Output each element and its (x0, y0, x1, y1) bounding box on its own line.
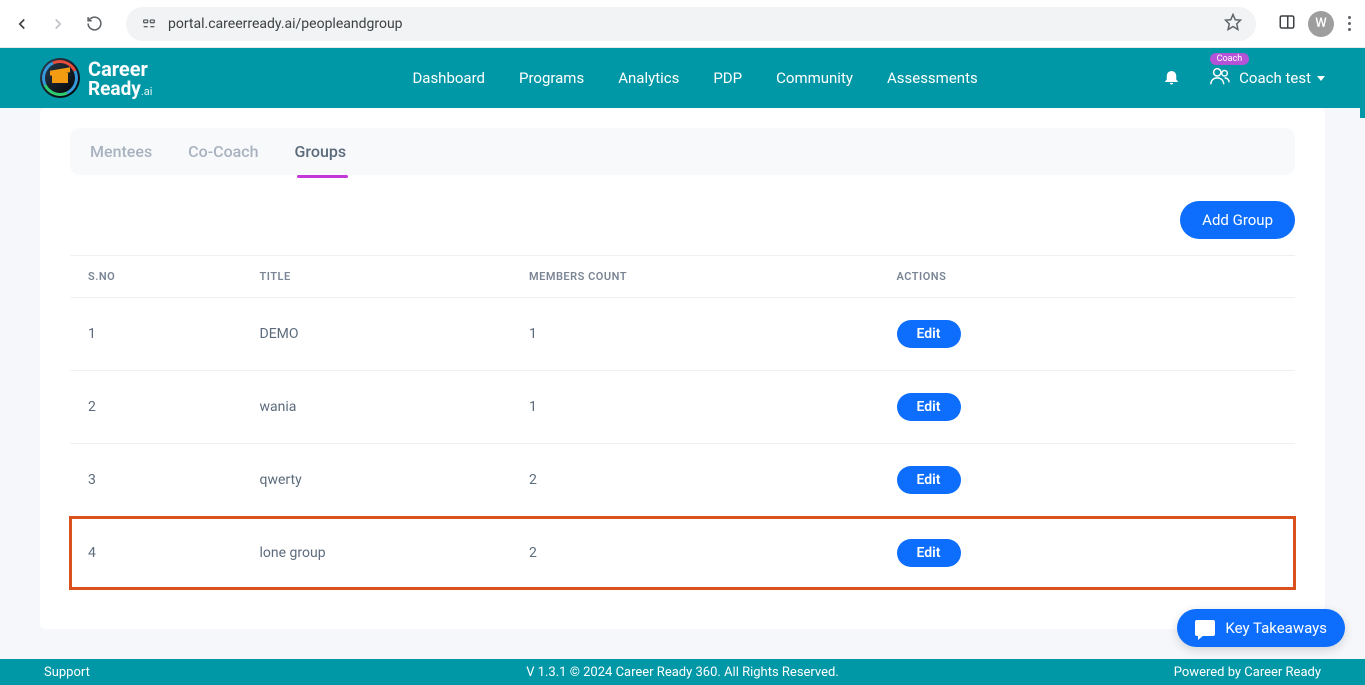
reload-button[interactable] (80, 10, 108, 38)
cell-title: wania (242, 371, 512, 444)
browser-toolbar: portal.careerready.ai/peopleandgroup W (0, 0, 1365, 48)
header-sno: S.NO (70, 256, 242, 298)
footer-powered: Powered by Career Ready (1174, 665, 1321, 680)
profile-avatar[interactable]: W (1308, 11, 1334, 37)
tab-cocoach[interactable]: Co-Coach (188, 142, 258, 163)
chat-icon (1195, 620, 1215, 636)
cell-sno: 2 (70, 371, 242, 444)
nav-community[interactable]: Community (776, 69, 853, 87)
chevron-down-icon (1317, 76, 1325, 81)
cell-actions: Edit (879, 371, 1296, 444)
add-group-button[interactable]: Add Group (1180, 201, 1295, 239)
table-row: 4 lone group 2 Edit (70, 517, 1295, 590)
footer-copyright: V 1.3.1 © 2024 Career Ready 360. All Rig… (526, 665, 839, 680)
nav-dashboard[interactable]: Dashboard (412, 69, 485, 87)
table-header-row: S.NO TITLE MEMBERS COUNT ACTIONS (70, 256, 1295, 298)
content-card: Mentees Co-Coach Groups Add Group S.NO T… (40, 108, 1325, 629)
cell-sno: 1 (70, 298, 242, 371)
user-menu[interactable]: Coach Coach test (1209, 65, 1325, 91)
table-row: 3 qwerty 2 Edit (70, 444, 1295, 517)
cell-actions: Edit (879, 298, 1296, 371)
main-navigation: Career Ready.ai Dashboard Programs Analy… (0, 48, 1365, 108)
nav-pdp[interactable]: PDP (713, 69, 742, 87)
nav-assessments[interactable]: Assessments (887, 69, 978, 87)
key-takeaways-label: Key Takeaways (1225, 619, 1327, 637)
footer: Support V 1.3.1 © 2024 Career Ready 360.… (0, 659, 1365, 685)
logo-icon (40, 58, 80, 98)
cell-actions: Edit (879, 444, 1296, 517)
tab-groups[interactable]: Groups (295, 142, 347, 163)
table-row: 2 wania 1 Edit (70, 371, 1295, 444)
panel-icon[interactable] (1274, 13, 1300, 35)
url-text: portal.careerready.ai/peopleandgroup (168, 16, 403, 32)
cell-title: DEMO (242, 298, 512, 371)
tabs: Mentees Co-Coach Groups (70, 128, 1295, 175)
edit-button[interactable]: Edit (897, 393, 961, 421)
forward-button[interactable] (44, 10, 72, 38)
header-actions: ACTIONS (879, 256, 1296, 298)
header-title: TITLE (242, 256, 512, 298)
address-bar[interactable]: portal.careerready.ai/peopleandgroup (126, 7, 1256, 41)
cell-actions: Edit (879, 517, 1296, 590)
edit-button[interactable]: Edit (897, 466, 961, 494)
table-row: 1 DEMO 1 Edit (70, 298, 1295, 371)
user-name-label: Coach test (1239, 69, 1325, 87)
footer-support[interactable]: Support (44, 665, 90, 680)
header-members: MEMBERS COUNT (511, 256, 879, 298)
nav-links: Dashboard Programs Analytics PDP Communi… (412, 69, 977, 87)
site-settings-icon[interactable] (140, 15, 158, 33)
cell-title: lone group (242, 517, 512, 590)
key-takeaways-button[interactable]: Key Takeaways (1177, 609, 1345, 647)
edit-button[interactable]: Edit (897, 320, 961, 348)
star-icon[interactable] (1224, 13, 1242, 35)
cell-sno: 4 (70, 517, 242, 590)
cell-members: 2 (511, 444, 879, 517)
logo[interactable]: Career Ready.ai (40, 58, 152, 98)
browser-menu-icon[interactable] (1342, 16, 1357, 31)
user-icon: Coach (1209, 65, 1231, 91)
cell-title: qwerty (242, 444, 512, 517)
notifications-icon[interactable] (1162, 67, 1181, 90)
nav-programs[interactable]: Programs (519, 69, 584, 87)
cell-members: 2 (511, 517, 879, 590)
groups-table: S.NO TITLE MEMBERS COUNT ACTIONS 1 DEMO … (70, 255, 1295, 589)
back-button[interactable] (8, 10, 36, 38)
nav-analytics[interactable]: Analytics (618, 69, 679, 87)
cell-members: 1 (511, 371, 879, 444)
coach-badge: Coach (1210, 53, 1250, 65)
cell-sno: 3 (70, 444, 242, 517)
page-content: Mentees Co-Coach Groups Add Group S.NO T… (0, 108, 1365, 629)
logo-text: Career Ready.ai (88, 59, 152, 98)
cell-members: 1 (511, 298, 879, 371)
scroll-indicator (1360, 48, 1365, 118)
tab-mentees[interactable]: Mentees (90, 142, 152, 163)
edit-button[interactable]: Edit (897, 539, 961, 567)
